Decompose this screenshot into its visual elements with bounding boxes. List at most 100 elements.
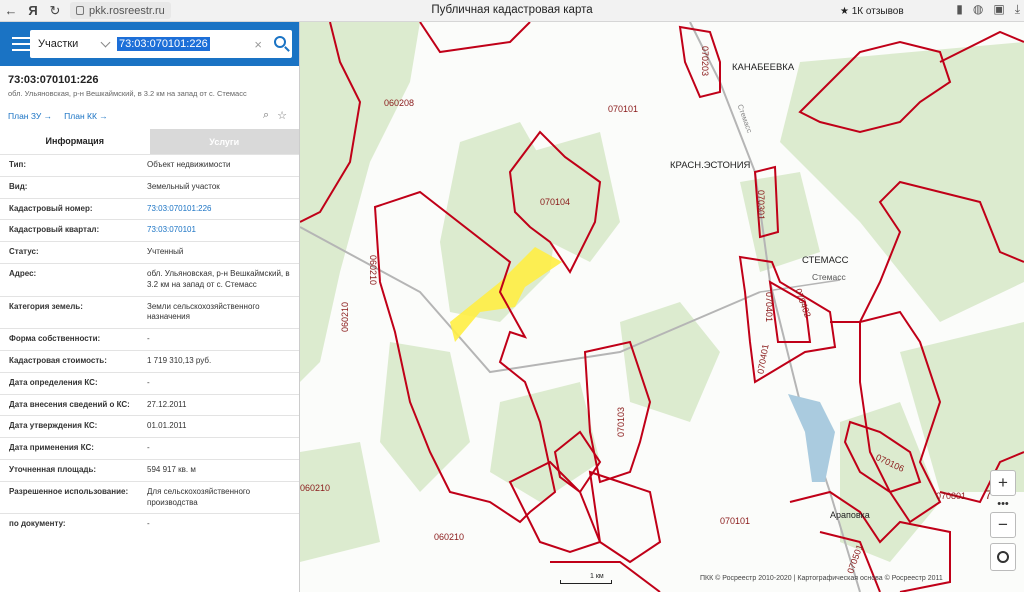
reload-icon[interactable]: ↻	[44, 3, 66, 19]
clear-icon[interactable]: ×	[254, 37, 262, 52]
settlement-label: КАНАБЕЕВКА	[732, 62, 795, 73]
attribute-row: Адрес: обл. Ульяновская, р-н Вешкаймский,…	[0, 262, 299, 296]
info-panel: Участки 73:03:070101:226 × ‹ 73:03:07010…	[0, 22, 307, 592]
attribute-key: Категория земель:	[9, 301, 83, 311]
attribute-key: Разрешенное использование:	[9, 486, 129, 496]
attribute-key: по документу:	[9, 519, 66, 529]
attribute-key: Тип:	[9, 160, 26, 169]
attribute-row: Дата применения КС: -	[0, 437, 299, 459]
chat-icon[interactable]: ◍	[973, 2, 983, 17]
attribute-value: 594 917 кв. м	[147, 464, 196, 474]
search-input[interactable]: 73:03:070101:226	[117, 37, 210, 51]
browser-right-buttons: ▮ ◍ ▣ ⤓	[956, 2, 1020, 17]
attribute-key: Статус:	[9, 247, 39, 257]
lock-icon	[76, 6, 84, 15]
zoom-out-button[interactable]: −	[990, 512, 1016, 538]
quarter-label: 070301	[756, 189, 767, 221]
search-icon[interactable]	[274, 36, 286, 48]
tab-bar: Информация Услуги	[0, 129, 299, 154]
compass-button[interactable]	[990, 543, 1016, 571]
quarter-label: 070203	[700, 45, 711, 77]
attribute-value-link[interactable]: 73:03:070101	[138, 220, 299, 241]
bookmark-icon[interactable]: ▮	[956, 2, 963, 17]
chevron-down-icon[interactable]	[100, 37, 111, 48]
map-view[interactable]: 060208 070101 070104 060210 060210 06021…	[300, 22, 1024, 592]
attribute-table: Тип: Объект недвижимости Вид: Земельный уча…	[0, 154, 299, 535]
attribute-value: -	[147, 334, 150, 344]
tab-information[interactable]: Информация	[0, 129, 150, 154]
extensions-icon[interactable]: ▣	[993, 2, 1004, 17]
attribute-row: Разрешенное использование: Для сельскохоз…	[0, 480, 299, 514]
more-options-button[interactable]: •••	[990, 498, 1016, 510]
yandex-logo-icon[interactable]: Я	[22, 3, 44, 18]
attribute-value: 27.12.2011	[147, 399, 187, 409]
attribute-row: Статус: Учтенный	[0, 241, 299, 263]
attribute-row: Дата утверждения КС: 01.01.2011	[0, 415, 299, 437]
quarter-label: 060210	[434, 532, 465, 542]
road-label: Стемасс	[735, 102, 755, 135]
quarter-label: 070104	[540, 197, 571, 207]
address-bar[interactable]: pkk.rosreestr.ru	[70, 2, 171, 19]
attribute-value: -	[147, 519, 150, 529]
quarter-label: 070101	[720, 516, 751, 526]
object-address: обл. Ульяновская, р-н Вешкаймский, в 3.2…	[8, 89, 247, 98]
attribute-value: Земли сельскохозяйственного назначения	[147, 301, 260, 322]
settlement-label: Стемасс	[812, 272, 846, 282]
attribute-key: Кадастровый номер:	[9, 203, 93, 213]
plan-links: План ЗУ → План КК → ⌕ ☆	[0, 98, 299, 122]
attribute-row: Форма собственности: -	[0, 328, 299, 350]
search-map-icon[interactable]: ⌕	[263, 109, 269, 122]
attribute-value: -	[147, 443, 150, 453]
attribute-value: Объект недвижимости	[147, 160, 231, 169]
attribute-value-link[interactable]: 73:03:070101:226	[138, 199, 299, 220]
plan-kk-link[interactable]: План КК →	[64, 111, 108, 121]
search-box: Участки 73:03:070101:226 ×	[30, 30, 292, 58]
attribute-key: Кадастровая стоимость:	[9, 355, 107, 365]
settlement-label: СТЕМАСС	[802, 255, 849, 266]
attribute-row: Дата определения КС: -	[0, 371, 299, 394]
quarter-label: 070801	[936, 491, 967, 501]
attribute-key: Кадастровый квартал:	[9, 225, 100, 235]
attribute-row: Кадастровый номер: 73:03:070101:226	[0, 197, 299, 220]
zoom-in-button[interactable]: +	[990, 470, 1016, 496]
back-icon[interactable]: ←	[0, 3, 22, 18]
quarter-label: 070401	[764, 291, 775, 323]
settlement-label: КРАСН.ЭСТОНИЯ	[670, 160, 751, 171]
attribute-row: Вид: Земельный участок	[0, 175, 299, 198]
menu-icon[interactable]	[12, 37, 30, 51]
attribute-row: по документу: -	[0, 513, 299, 535]
attribute-key: Форма собственности:	[9, 334, 101, 344]
quarter-label: 070106	[874, 452, 906, 474]
object-type-select[interactable]: Участки	[30, 38, 102, 50]
attribute-value: Земельный участок	[147, 181, 220, 191]
tab-services[interactable]: Услуги	[149, 129, 299, 154]
download-icon[interactable]: ⤓	[1015, 2, 1020, 17]
attribute-value: 01.01.2011	[147, 421, 187, 431]
quarter-label: 070401	[755, 343, 771, 375]
panel-tools: ⌕ ☆	[263, 109, 287, 122]
attribute-row: Тип: Объект недвижимости	[0, 154, 299, 176]
attribute-row: Кадастровая стоимость: 1 719 310,13 руб.	[0, 349, 299, 372]
attribute-key: Дата внесения сведений о КС:	[9, 399, 130, 409]
attribute-row: Кадастровый квартал: 73:03:070101	[0, 219, 299, 241]
scale-label: 1 км	[590, 573, 604, 580]
settlement-label: Араповка	[830, 510, 870, 520]
quarter-label: 070501	[845, 543, 865, 575]
attribute-key: Дата определения КС:	[9, 377, 98, 387]
favorite-star-icon[interactable]: ☆	[277, 109, 287, 122]
attribute-row: Категория земель: Земли сельскохозяйствен…	[0, 295, 299, 329]
attribute-value: Учтенный	[147, 247, 184, 257]
quarter-label: 070101	[608, 104, 639, 114]
attribute-value: Для сельскохозяйственного производства	[147, 486, 251, 507]
search-bar: Участки 73:03:070101:226 × ‹	[0, 22, 307, 66]
quarter-label: 070402	[793, 287, 813, 319]
attribute-key: Дата утверждения КС:	[9, 421, 98, 431]
attribute-value: -	[147, 377, 150, 387]
attribute-key: Адрес:	[9, 268, 37, 278]
reviews-button[interactable]: ★ 1К отзывов	[836, 3, 908, 19]
compass-icon	[997, 551, 1009, 563]
attribute-key: Уточненная площадь:	[9, 464, 97, 474]
attribute-key: Вид:	[9, 181, 28, 191]
plan-zu-link[interactable]: План ЗУ →	[8, 111, 52, 121]
quarter-label: 060210	[368, 254, 379, 286]
